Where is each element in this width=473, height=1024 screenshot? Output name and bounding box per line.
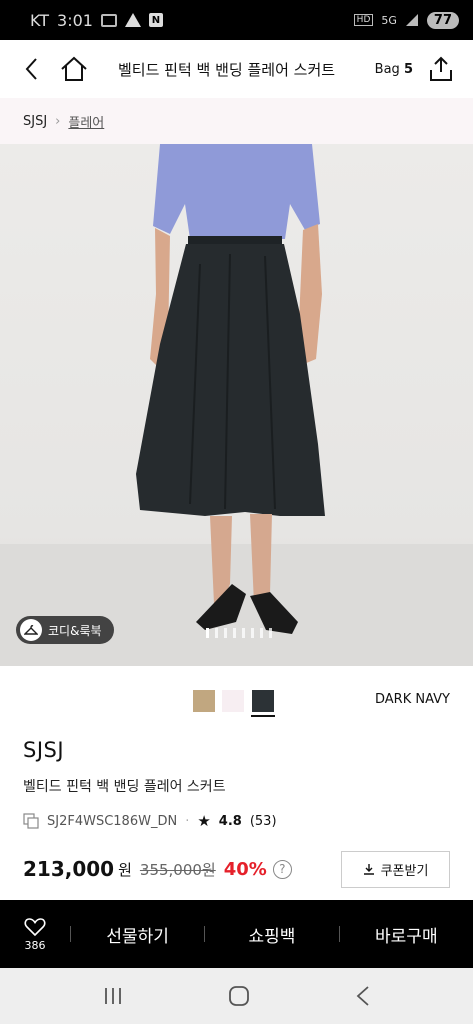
like-button[interactable]: 386 [0, 917, 70, 952]
slide-dot [233, 628, 236, 638]
hd-icon: HD [353, 14, 374, 26]
buy-now-button[interactable]: 바로구매 [340, 922, 473, 947]
star-icon: ★ [197, 812, 211, 830]
slide-dot [224, 628, 227, 638]
carrier: KT [30, 10, 50, 30]
chevron-right-icon: › [55, 113, 61, 129]
warning-icon [124, 13, 141, 27]
heart-icon [24, 917, 46, 936]
rating-value: 4.8 [218, 813, 242, 829]
slide-indicator [206, 628, 272, 638]
product-name: 벨티드 핀턱 백 밴딩 플레어 스커트 [23, 779, 226, 795]
model-photo [0, 144, 473, 666]
color-selector: DARK NAVY [0, 688, 473, 718]
recent-apps-icon[interactable] [103, 987, 123, 1005]
bag-label: Bag [374, 61, 400, 77]
like-count: 386 [24, 938, 46, 952]
network-label: 5G [381, 13, 397, 27]
slide-dot [215, 628, 218, 638]
coordi-label: 코디&룩북 [48, 623, 102, 638]
product-image[interactable]: 코디&룩북 [0, 144, 473, 666]
product-code: SJ2F4WSC186W_DN [47, 813, 178, 829]
screenshot-icon [100, 13, 117, 27]
back-icon[interactable] [18, 55, 46, 83]
review-count[interactable]: (53) [250, 814, 277, 829]
product-brand[interactable]: SJSJ [23, 738, 64, 762]
coupon-label: 쿠폰받기 [380, 863, 429, 879]
question-icon[interactable]: ? [272, 859, 292, 879]
breadcrumb-category[interactable]: 플레어 [68, 112, 104, 131]
bag-count: 5 [403, 61, 413, 77]
add-to-bag-button[interactable]: 쇼핑백 [205, 922, 338, 947]
clock: 3:01 [57, 10, 93, 30]
gift-button[interactable]: 선물하기 [71, 922, 204, 947]
color-swatch-pink[interactable] [222, 690, 244, 712]
top-navigation: 벨티드 핀턱 백 밴딩 플레어 스커트 Bag 5 [0, 40, 473, 98]
breadcrumb: SJSJ › 플레어 [0, 98, 473, 144]
share-icon[interactable] [427, 55, 455, 83]
n-notification-icon: N [148, 13, 163, 27]
product-meta: SJ2F4WSC186W_DN · ★ 4.8 (53) [23, 812, 277, 830]
copy-icon[interactable] [23, 813, 39, 829]
slide-dot [269, 628, 272, 638]
coupon-button[interactable]: 쿠폰받기 [341, 850, 450, 888]
download-icon [363, 864, 374, 875]
status-bar: KT 3:01 N HD 5G 77 [0, 0, 473, 40]
discount-rate: 40% [223, 858, 267, 880]
coordi-lookbook-button[interactable]: 코디&룩북 [16, 616, 114, 644]
back-nav-icon[interactable] [356, 986, 370, 1006]
slide-dot [251, 628, 254, 638]
currency: 원 [118, 860, 132, 879]
color-swatch-dark-navy[interactable] [251, 690, 275, 717]
page-title: 벨티드 핀턱 백 밴딩 플레어 스커트 [118, 60, 336, 79]
price-row: 213,000 원 355,000원 40% ? 쿠폰받기 [23, 850, 450, 888]
bottom-action-bar: 386 선물하기 쇼핑백 바로구매 [0, 900, 473, 968]
slide-dot [206, 628, 209, 638]
slide-dot [242, 628, 245, 638]
color-swatch-beige[interactable] [193, 690, 215, 712]
breadcrumb-brand[interactable]: SJSJ [23, 114, 47, 129]
signal-icon [405, 14, 418, 26]
original-price: 355,000원 [139, 860, 216, 879]
bag-button[interactable]: Bag 5 [375, 62, 413, 77]
slide-dot [260, 628, 263, 638]
hanger-icon [20, 619, 42, 641]
selected-color-name: DARK NAVY [375, 692, 450, 707]
home-nav-icon[interactable] [228, 985, 250, 1007]
home-icon[interactable] [60, 55, 88, 83]
system-navigation-bar [0, 968, 473, 1024]
sale-price: 213,000 [23, 857, 115, 881]
battery-indicator: 77 [426, 11, 459, 29]
dot-separator: · [185, 813, 190, 829]
